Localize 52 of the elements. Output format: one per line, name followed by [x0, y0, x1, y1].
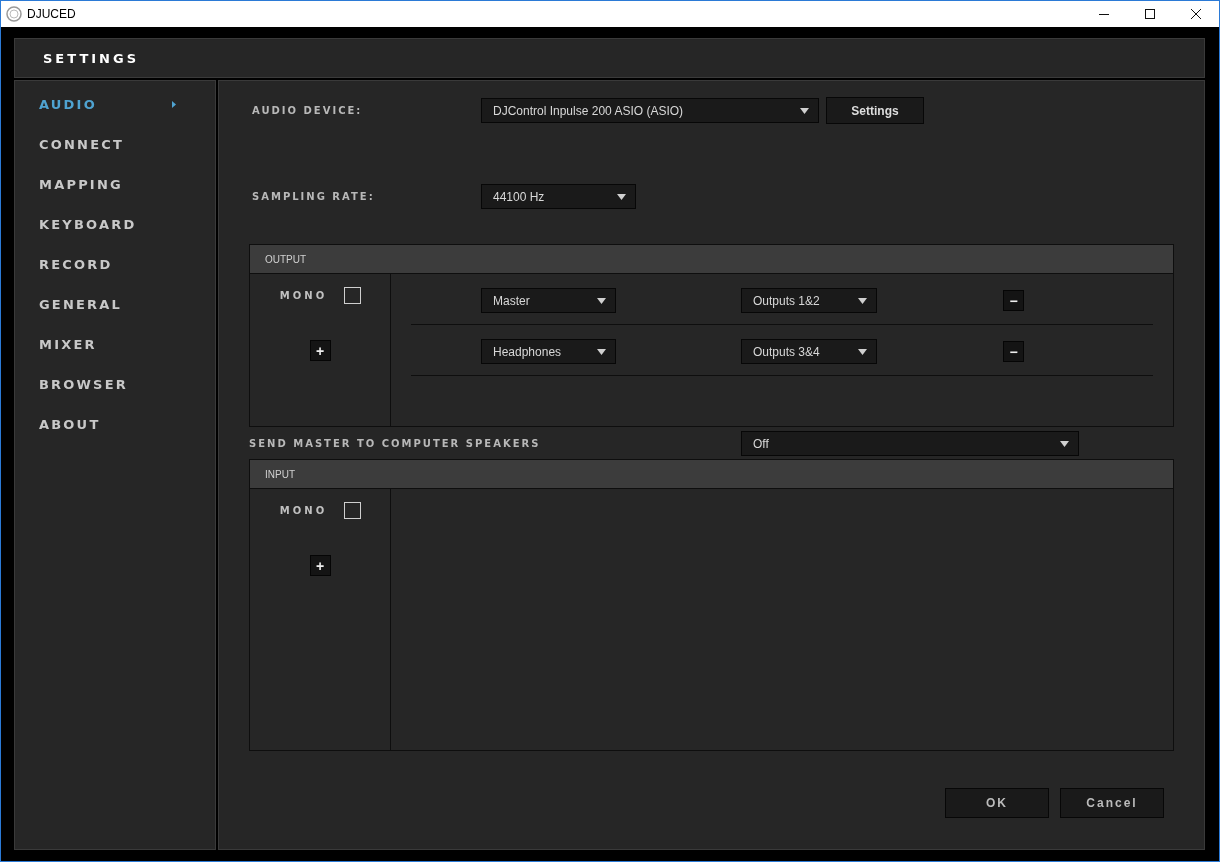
caret-icon — [617, 193, 626, 200]
app-logo-icon — [6, 6, 22, 22]
dropdown[interactable]: Headphones — [481, 339, 616, 364]
add-button[interactable]: + — [309, 555, 331, 576]
field-label: SAMPLING RATE: — [251, 191, 376, 202]
dialog-button[interactable]: Cancel — [1060, 788, 1164, 818]
dropdown-value: Outputs 1&2 — [753, 293, 820, 308]
dropdown[interactable]: Outputs 1&2 — [741, 288, 877, 313]
caret-icon — [858, 297, 867, 304]
caret-icon — [597, 297, 606, 304]
checkbox[interactable] — [344, 287, 362, 304]
dropdown-value: Headphones — [493, 344, 562, 359]
sidebar-item[interactable]: CONNECT — [15, 124, 215, 164]
dropdown-value: Off — [753, 436, 769, 451]
sidebar-item[interactable]: ABOUT — [15, 404, 215, 444]
dropdown[interactable]: Master — [481, 288, 616, 313]
sidebar-item[interactable]: KEYBOARD — [15, 204, 215, 244]
field-label: AUDIO DEVICE: — [251, 105, 364, 116]
mono-label: MONO — [279, 505, 328, 516]
sidebar-item[interactable]: GENERAL — [15, 284, 215, 324]
sidebar-item[interactable]: MIXER — [15, 324, 215, 364]
dropdown[interactable]: Off — [741, 431, 1079, 456]
mono-label: MONO — [279, 290, 328, 301]
caret-icon — [597, 348, 606, 355]
sidebar-item[interactable]: AUDIO — [15, 84, 215, 124]
caret-icon — [1060, 440, 1069, 447]
dropdown[interactable]: DJControl Inpulse 200 ASIO (ASIO) — [481, 98, 819, 123]
dropdown-value: DJControl Inpulse 200 ASIO (ASIO) — [493, 103, 684, 118]
remove-button[interactable]: − — [1003, 341, 1024, 362]
dropdown-value: 44100 Hz — [493, 189, 545, 204]
dropdown-value: Master — [493, 293, 530, 308]
caret-right-icon — [172, 100, 176, 108]
sidebar-item[interactable]: BROWSER — [15, 364, 215, 404]
dropdown[interactable]: Outputs 3&4 — [741, 339, 877, 364]
dialog-button[interactable]: OK — [945, 788, 1049, 818]
panel-title: INPUT — [265, 468, 295, 480]
caret-icon — [858, 348, 867, 355]
window-title: DJUCED — [27, 7, 76, 21]
remove-button[interactable]: − — [1003, 290, 1024, 311]
dropdown[interactable]: 44100 Hz — [481, 184, 636, 209]
caret-icon — [800, 107, 809, 114]
close-icon — [1191, 9, 1201, 19]
settings-title: SETTINGS — [43, 50, 140, 66]
dropdown-value: Outputs 3&4 — [753, 344, 820, 359]
sidebar-item[interactable]: MAPPING — [15, 164, 215, 204]
checkbox[interactable] — [344, 502, 362, 519]
add-button[interactable]: + — [309, 340, 331, 361]
sidebar-item[interactable]: RECORD — [15, 244, 215, 284]
maximize-icon — [1145, 9, 1155, 19]
panel-title: OUTPUT — [265, 253, 307, 265]
field-label: SEND MASTER TO COMPUTER SPEAKERS — [249, 438, 542, 449]
settings-button[interactable]: Settings — [826, 97, 924, 124]
